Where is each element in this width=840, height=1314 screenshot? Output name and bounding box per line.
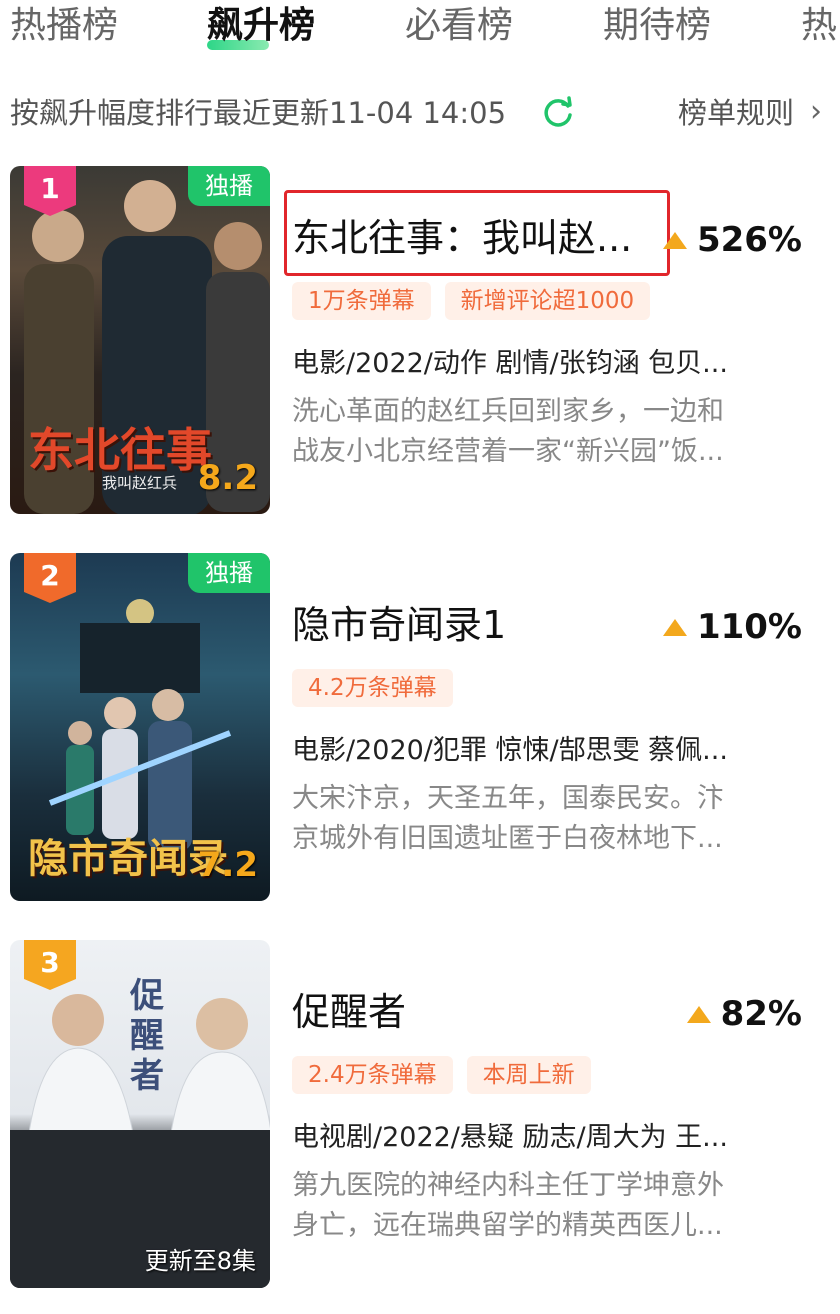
poster[interactable]: 2 独播 隐市奇闻录 7.2 (10, 553, 270, 901)
item-title[interactable]: 东北往事：我叫赵... (292, 212, 632, 264)
item-title[interactable]: 隐市奇闻录1 (292, 599, 506, 651)
poster-title-art: 促醒者 (130, 976, 164, 1096)
rise-arrow-icon (662, 619, 687, 636)
poster[interactable]: 3 促醒者 更新至8集 (10, 940, 270, 1288)
poster-score: 8.2 (197, 458, 258, 498)
refresh-icon[interactable] (541, 96, 575, 130)
tab-hot[interactable]: 热播榜 (10, 2, 118, 50)
tag-list: 1万条弹幕 新增评论超1000 (292, 282, 664, 320)
description-line: 身亡，远在瑞典留学的精英西医儿... (292, 1210, 723, 1241)
chevron-right-icon[interactable]: › (810, 92, 822, 132)
rise-value: 526% (696, 220, 802, 260)
item-description: 第九医院的神经内科主任丁学坤意外 身亡，远在瑞典留学的精英西医儿... (292, 1166, 802, 1246)
description-line: 洗心革面的赵红兵回到家乡，一边和 (292, 396, 724, 427)
tag: 本周上新 (466, 1056, 591, 1094)
tag-list: 2.4万条弹幕 本周上新 (292, 1056, 605, 1094)
item-meta: 电视剧/2022/悬疑 励志/周大为 王... (292, 1122, 728, 1153)
tag-list: 4.2万条弹幕 (292, 669, 467, 707)
item-title[interactable]: 促醒者 (292, 986, 406, 1038)
rise-percent: 110% (662, 605, 802, 649)
rise-value: 82% (720, 994, 802, 1034)
description-line: 战友小北京经营着一家“新兴园”饭... (292, 436, 724, 467)
rise-percent: 526% (662, 218, 802, 262)
rise-arrow-icon (686, 1006, 711, 1023)
rise-percent: 82% (686, 992, 802, 1036)
episode-update-label: 更新至8集 (144, 1247, 256, 1275)
item-meta: 电影/2022/动作 剧情/张钧涵 包贝... (292, 348, 728, 379)
poster[interactable]: 1 独播 东北往事 我叫赵红兵 8.2 (10, 166, 270, 514)
ranking-description: 按飙升幅度排行最近更新11-04 14:05 (10, 96, 507, 130)
tag: 4.2万条弹幕 (292, 669, 453, 707)
tag: 2.4万条弹幕 (292, 1056, 453, 1094)
description-line: 第九医院的神经内科主任丁学坤意外 (292, 1170, 724, 1201)
poster-subtitle-art: 我叫赵红兵 (102, 474, 178, 492)
item-description: 大宋汴京，天圣五年，国泰民安。汴 京城外有旧国遗址匿于白夜林地下... (292, 779, 802, 859)
poster-score: 7.2 (197, 845, 258, 885)
rise-arrow-icon (662, 232, 687, 249)
rise-value: 110% (696, 607, 802, 647)
ranking-info-bar: 按飙升幅度排行最近更新11-04 14:05 榜单规则 › (0, 88, 840, 138)
tab-must-watch[interactable]: 必看榜 (405, 2, 513, 50)
description-line: 京城外有旧国遗址匿于白夜林地下... (292, 823, 723, 854)
tag: 1万条弹幕 (292, 282, 431, 320)
ranking-rules-link[interactable]: 榜单规则 (678, 88, 794, 138)
list-item[interactable]: 1 独播 东北往事 我叫赵红兵 8.2 东北往事：我叫赵... 526% 1万条… (0, 166, 840, 516)
ranking-tab-bar: 热播榜 飙升榜 必看榜 期待榜 热 (0, 0, 840, 70)
tab-anticipated[interactable]: 期待榜 (603, 2, 711, 50)
list-item[interactable]: 3 促醒者 更新至8集 促醒者 82% 2.4万条弹幕 本周上新 电视剧/2022… (0, 940, 840, 1290)
exclusive-badge: 独播 (188, 166, 270, 206)
tab-rising[interactable]: 飙升榜 (207, 2, 315, 50)
list-item[interactable]: 2 独播 隐市奇闻录 7.2 隐市奇闻录1 110% 4.2万条弹幕 电影/20… (0, 553, 840, 903)
exclusive-badge: 独播 (188, 553, 270, 593)
item-description: 洗心革面的赵红兵回到家乡，一边和 战友小北京经营着一家“新兴园”饭... (292, 392, 802, 472)
item-meta: 电影/2020/犯罪 惊悚/郜思雯 蔡佩... (292, 735, 728, 766)
tab-more-partial[interactable]: 热 (801, 2, 837, 50)
description-line: 大宋汴京，天圣五年，国泰民安。汴 (292, 783, 724, 814)
tag: 新增评论超1000 (444, 282, 651, 320)
